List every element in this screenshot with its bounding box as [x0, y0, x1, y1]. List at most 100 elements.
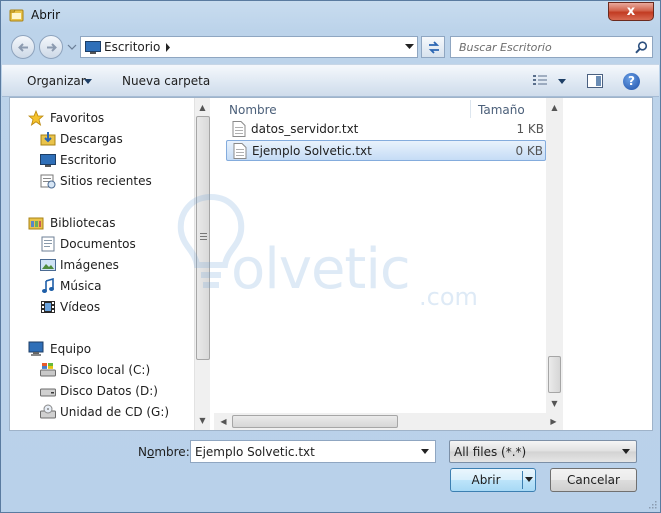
nav-item-cd-drive[interactable]: Unidad de CD (G:)	[10, 402, 194, 422]
nav-item-label: Escritorio	[60, 153, 117, 167]
file-type-value: All files (*.*)	[454, 445, 527, 459]
title-bar: Abrir x	[1, 1, 660, 31]
search-box[interactable]: Buscar Escritorio	[450, 36, 653, 58]
navigation-pane: Favoritos Descargas Escritorio Sitios re…	[10, 98, 210, 430]
file-size: 1 KB	[516, 122, 544, 136]
nav-item-pictures[interactable]: Imágenes	[10, 255, 194, 275]
nav-item-label: Vídeos	[60, 300, 101, 314]
open-file-dialog: Abrir x Escritorio Buscar Escritorio Org…	[0, 0, 661, 513]
address-bar[interactable]: Escritorio	[80, 36, 418, 58]
nav-favorites-label: Favoritos	[50, 111, 105, 125]
chevron-down-icon[interactable]	[558, 79, 566, 84]
desktop-icon	[40, 154, 56, 167]
nav-item-data-disk[interactable]: Disco Datos (D:)	[10, 381, 194, 401]
open-options-chevron-icon[interactable]	[525, 477, 533, 482]
file-row[interactable]: datos_servidor.txt 1 KB	[226, 119, 546, 140]
desktop-icon	[85, 41, 101, 54]
preview-pane-icon[interactable]	[587, 74, 603, 88]
data-disk-icon	[40, 388, 56, 397]
nav-item-music[interactable]: Música	[10, 276, 194, 296]
refresh-button[interactable]	[421, 36, 445, 58]
nav-computer[interactable]: Equipo	[10, 339, 194, 359]
arrow-right-icon	[47, 43, 57, 52]
music-icon	[42, 278, 54, 293]
nav-computer-label: Equipo	[50, 342, 92, 356]
file-list-vertical-scrollbar[interactable]: ▲ ▼	[546, 98, 563, 413]
nav-item-local-disk[interactable]: Disco local (C:)	[10, 360, 194, 380]
column-header-name[interactable]: Nombre	[214, 98, 470, 120]
scroll-down-icon[interactable]: ▼	[549, 398, 560, 409]
nav-item-desktop[interactable]: Escritorio	[10, 150, 194, 170]
breadcrumb-desktop[interactable]: Escritorio	[104, 40, 160, 54]
nav-item-label: Disco Datos (D:)	[60, 384, 158, 398]
file-list: Nombre Tamaño datos_servidor.txt 1 KB Ej…	[214, 98, 652, 430]
pictures-icon	[40, 259, 56, 271]
nav-item-downloads[interactable]: Descargas	[10, 129, 194, 149]
open-button[interactable]: Abrir	[450, 468, 536, 492]
search-icon[interactable]	[635, 41, 648, 54]
column-header-size[interactable]: Tamaño	[463, 98, 553, 120]
back-button[interactable]	[11, 35, 35, 59]
filename-input[interactable]: Ejemplo Solvetic.txt	[190, 440, 436, 463]
filename-value[interactable]: Ejemplo Solvetic.txt	[195, 445, 315, 459]
command-bar: Organizar Nueva carpeta ?	[2, 64, 659, 97]
scrollbar-thumb[interactable]	[232, 415, 398, 428]
search-placeholder[interactable]: Buscar Escritorio	[459, 41, 552, 54]
scrollbar-thumb[interactable]	[548, 356, 561, 393]
nav-item-label: Música	[60, 279, 102, 293]
star-icon	[28, 110, 44, 126]
nav-item-documents[interactable]: Documentos	[10, 234, 194, 254]
file-list-horizontal-scrollbar[interactable]: ◀ ▶	[214, 413, 563, 430]
nav-item-label: Documentos	[60, 237, 136, 251]
nav-favorites[interactable]: Favoritos	[10, 108, 194, 128]
cd-drive-icon	[40, 404, 56, 419]
file-type-select[interactable]: All files (*.*)	[449, 440, 637, 463]
nav-item-videos[interactable]: Vídeos	[10, 297, 194, 317]
videos-icon	[41, 301, 55, 313]
refresh-icon	[428, 41, 440, 54]
text-file-icon	[233, 143, 247, 159]
breadcrumb-chevron-icon[interactable]	[165, 43, 171, 52]
scroll-down-icon[interactable]: ▼	[197, 415, 208, 426]
organize-menu[interactable]: Organizar	[27, 74, 86, 88]
help-icon[interactable]: ?	[623, 73, 640, 90]
chevron-down-icon[interactable]	[622, 449, 630, 454]
text-file-icon	[232, 121, 246, 137]
forward-button[interactable]	[39, 35, 63, 59]
chevron-down-icon[interactable]	[84, 79, 92, 84]
window-title: Abrir	[31, 8, 61, 22]
nav-item-label: Disco local (C:)	[60, 363, 151, 377]
file-size: 0 KB	[515, 144, 543, 158]
close-button[interactable]: x	[608, 2, 654, 21]
nav-item-label: Imágenes	[60, 258, 119, 272]
recent-places-icon	[40, 174, 56, 189]
filename-label: Nombre:	[138, 445, 190, 459]
scroll-up-icon[interactable]: ▲	[197, 102, 208, 113]
file-row-selected[interactable]: Ejemplo Solvetic.txt 0 KB	[226, 140, 546, 161]
resize-grip-icon[interactable]	[647, 499, 657, 509]
scroll-right-icon[interactable]: ▶	[548, 416, 559, 427]
nav-item-recent[interactable]: Sitios recientes	[10, 171, 194, 191]
arrow-left-icon	[18, 43, 28, 52]
chevron-down-icon[interactable]	[421, 449, 429, 454]
file-name: Ejemplo Solvetic.txt	[252, 144, 372, 158]
nav-libraries[interactable]: Bibliotecas	[10, 213, 194, 233]
downloads-folder-icon	[40, 132, 56, 146]
scrollbar-thumb[interactable]	[196, 116, 210, 360]
cancel-button[interactable]: Cancelar	[550, 468, 637, 492]
chevron-down-icon[interactable]	[405, 44, 414, 50]
scroll-left-icon[interactable]: ◀	[218, 416, 229, 427]
local-disk-icon	[40, 363, 56, 377]
documents-icon	[41, 236, 55, 252]
content-area: Favoritos Descargas Escritorio Sitios re…	[9, 97, 653, 431]
nav-libraries-label: Bibliotecas	[50, 216, 116, 230]
recent-locations-dropdown-icon[interactable]	[67, 43, 77, 51]
view-options-icon[interactable]	[532, 74, 548, 88]
nav-item-label: Sitios recientes	[60, 174, 152, 188]
computer-icon	[28, 341, 44, 356]
nav-item-label: Descargas	[60, 132, 123, 146]
new-folder-button[interactable]: Nueva carpeta	[122, 74, 210, 88]
navigation-scrollbar[interactable]: ▲ ▼	[194, 98, 210, 430]
scroll-up-icon[interactable]: ▲	[549, 102, 560, 113]
scrollbar-corner	[563, 413, 652, 430]
